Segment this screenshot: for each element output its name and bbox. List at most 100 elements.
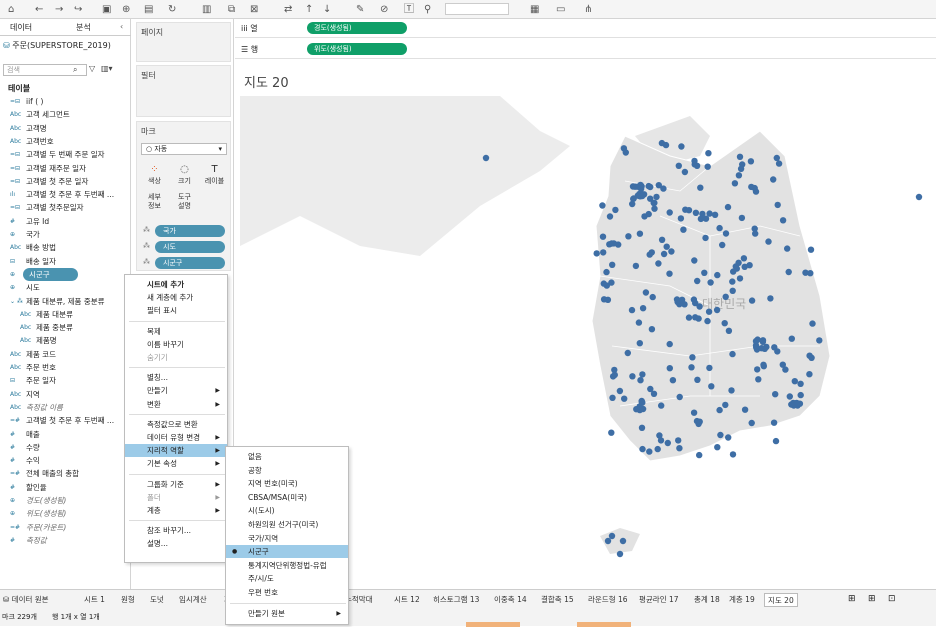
rows-shelf[interactable]: ☰ 행 위도(생성됨) bbox=[235, 40, 936, 59]
save-icon[interactable]: ▣ bbox=[102, 2, 111, 17]
map-mark[interactable] bbox=[668, 248, 675, 255]
map-mark[interactable] bbox=[758, 345, 765, 352]
map-mark[interactable] bbox=[705, 150, 712, 157]
field-item[interactable]: # 할인율 bbox=[0, 481, 131, 494]
field-item[interactable]: Abc 고객 세그먼트 bbox=[0, 108, 131, 121]
map-mark[interactable] bbox=[629, 183, 637, 190]
field-item[interactable]: # 측정값 bbox=[0, 534, 131, 547]
map-mark[interactable] bbox=[752, 337, 760, 345]
map-mark[interactable] bbox=[788, 335, 795, 342]
back-icon[interactable]: ← bbox=[35, 2, 43, 17]
map-mark[interactable] bbox=[704, 317, 711, 325]
pages-card[interactable]: 페이지 bbox=[136, 22, 231, 62]
map-mark[interactable] bbox=[774, 201, 781, 209]
group-icon[interactable]: ⊘ bbox=[380, 2, 388, 17]
map-mark[interactable] bbox=[649, 293, 656, 301]
label-button[interactable]: T 레이블 bbox=[203, 163, 226, 188]
map-mark[interactable] bbox=[806, 371, 813, 378]
map-mark[interactable] bbox=[747, 158, 755, 165]
map-mark[interactable] bbox=[696, 451, 703, 459]
new-datasource-icon[interactable]: ⊕ bbox=[122, 2, 130, 17]
map-mark[interactable] bbox=[628, 306, 636, 314]
sheet-tab[interactable]: 도넛 bbox=[150, 593, 164, 607]
map-mark[interactable] bbox=[678, 143, 685, 150]
map-mark[interactable] bbox=[639, 305, 647, 312]
highlight-icon[interactable]: ✎ bbox=[356, 2, 364, 17]
fit-dropdown[interactable] bbox=[445, 3, 509, 15]
map-mark[interactable] bbox=[767, 295, 774, 302]
map-mark[interactable] bbox=[797, 391, 804, 399]
geo-role-item[interactable]: 우편 번호 bbox=[226, 586, 348, 599]
map-mark[interactable] bbox=[690, 409, 698, 416]
map-mark[interactable] bbox=[728, 387, 735, 394]
map-mark[interactable] bbox=[600, 296, 608, 303]
map-mark[interactable] bbox=[636, 340, 643, 347]
map-mark[interactable] bbox=[708, 383, 715, 390]
context-menu-item[interactable]: 만들기 ▶ bbox=[125, 384, 227, 397]
map-mark[interactable] bbox=[675, 162, 682, 169]
map-mark[interactable] bbox=[660, 250, 668, 258]
field-item[interactable]: ılı 고객별 첫 주문 후 두번째 ... bbox=[0, 188, 131, 201]
sort-desc-icon[interactable]: ↓ bbox=[323, 2, 331, 17]
map-mark[interactable] bbox=[755, 376, 762, 383]
map-mark[interactable] bbox=[677, 215, 685, 222]
datasource-tab[interactable]: ⛁ 데이터 원본 bbox=[3, 593, 49, 607]
field-item[interactable]: =⊟ 고객별 첫 주문 일자 bbox=[0, 175, 131, 188]
map-mark[interactable] bbox=[770, 419, 778, 426]
columns-shelf[interactable]: iii 열 경도(생성됨) bbox=[235, 19, 936, 38]
context-menu-item[interactable]: 참조 바꾸기... bbox=[125, 524, 227, 537]
share-icon[interactable]: ⋔ bbox=[584, 2, 592, 17]
map-mark[interactable] bbox=[600, 280, 607, 287]
sheet-tab[interactable]: 계층 19 bbox=[729, 593, 755, 607]
new-sheet-icon[interactable]: ▤ bbox=[144, 2, 153, 17]
map-mark[interactable] bbox=[642, 289, 650, 296]
context-menu-item[interactable]: 시트에 추가 bbox=[125, 278, 227, 291]
map-mark[interactable] bbox=[691, 257, 698, 264]
sheet-tab[interactable]: 라운드형 16 bbox=[588, 593, 628, 607]
map-mark[interactable] bbox=[610, 240, 617, 247]
pin-icon[interactable]: ⚲ bbox=[424, 2, 431, 17]
map-mark[interactable] bbox=[748, 419, 755, 427]
new-sheet-tab-icon[interactable]: ⊞ bbox=[848, 594, 856, 604]
map-mark[interactable] bbox=[641, 213, 648, 220]
map-mark[interactable] bbox=[806, 352, 813, 359]
map-mark[interactable] bbox=[612, 206, 619, 214]
filter-icon[interactable]: ▽ bbox=[89, 64, 95, 73]
map-mark[interactable] bbox=[701, 269, 708, 276]
sheet-tab[interactable]: 평균라인 17 bbox=[639, 593, 679, 607]
map-mark[interactable] bbox=[694, 376, 701, 383]
map-mark[interactable] bbox=[603, 268, 610, 276]
geo-role-item[interactable]: 시(도시) bbox=[226, 504, 348, 517]
map-mark[interactable] bbox=[753, 344, 760, 351]
view-options-icon[interactable]: ▥▾ bbox=[101, 64, 113, 73]
map-mark[interactable] bbox=[779, 361, 786, 368]
presentation-icon[interactable]: ▭ bbox=[556, 2, 565, 17]
map-mark[interactable] bbox=[609, 261, 616, 268]
map-mark[interactable] bbox=[714, 271, 721, 279]
map-mark[interactable] bbox=[736, 153, 744, 160]
map-mark[interactable] bbox=[714, 444, 721, 451]
map-mark[interactable] bbox=[697, 184, 704, 191]
geo-role-item[interactable]: 없음 bbox=[226, 450, 348, 463]
map-mark[interactable] bbox=[752, 230, 759, 237]
map-mark[interactable] bbox=[697, 215, 705, 223]
field-item[interactable]: Abc 배송 방법 bbox=[0, 241, 131, 254]
map-mark[interactable] bbox=[639, 445, 646, 453]
map-mark[interactable] bbox=[741, 406, 749, 413]
map-mark[interactable] bbox=[651, 205, 658, 212]
field-item[interactable]: ⊕ 경도(생성됨) bbox=[0, 494, 131, 507]
context-menu-item[interactable]: 그룹화 기준 ▶ bbox=[125, 478, 227, 491]
context-menu-item[interactable]: 이름 바꾸기 bbox=[125, 338, 227, 351]
duplicate-icon[interactable]: ⧉ bbox=[228, 2, 235, 17]
map-mark[interactable] bbox=[759, 337, 767, 344]
map-mark[interactable] bbox=[666, 270, 673, 277]
field-item[interactable]: Abc 주문 번호 bbox=[0, 361, 131, 374]
sheet-tab[interactable]: 결합축 15 bbox=[541, 593, 574, 607]
filters-card[interactable]: 필터 bbox=[136, 65, 231, 117]
context-menu-item[interactable]: 설명... bbox=[125, 537, 227, 550]
geo-role-item[interactable]: 공항 bbox=[226, 464, 348, 477]
map-mark[interactable] bbox=[706, 364, 713, 372]
map-mark[interactable] bbox=[654, 445, 661, 453]
map-mark[interactable] bbox=[655, 260, 662, 267]
field-item[interactable]: Abc 제품 중분류 bbox=[0, 321, 131, 334]
